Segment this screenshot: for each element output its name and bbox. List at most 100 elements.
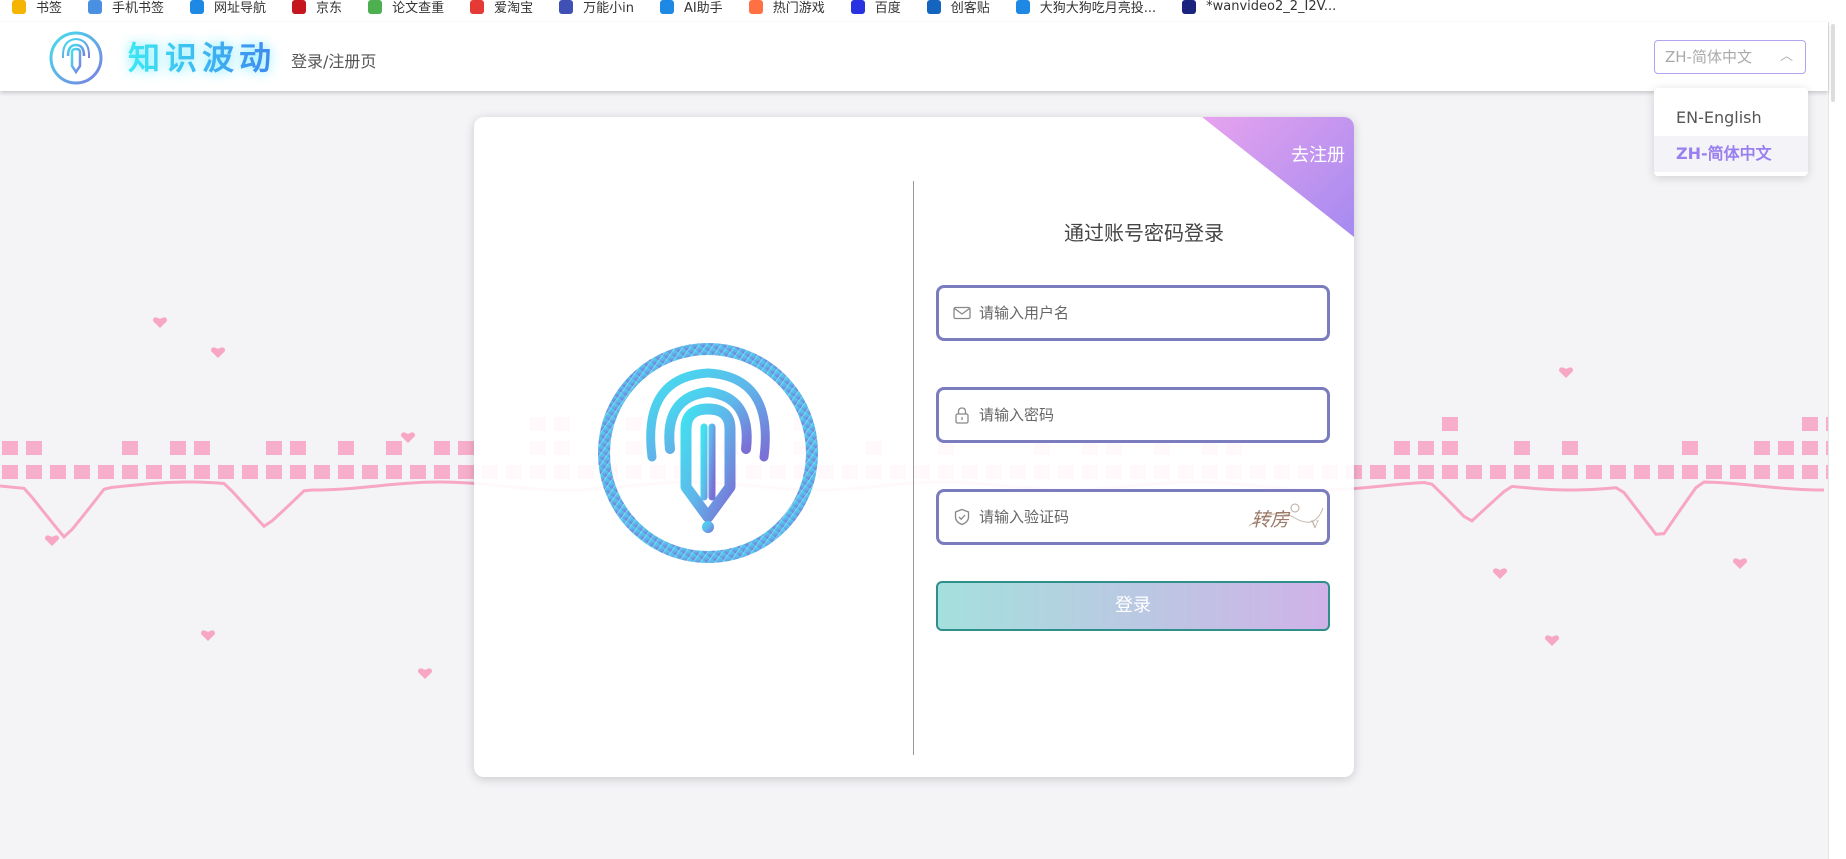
visualizer-bar [1394,465,1410,479]
lock-icon [955,407,969,424]
bookmark-label: 万能小in [583,1,634,16]
visualizer-bar [50,465,66,479]
visualizer-bar [1682,441,1698,455]
visualizer-bar [266,441,282,455]
bookmark-label: 手机书签 [112,1,165,16]
visualizer-bar [434,465,450,479]
visualizer-bar [1562,441,1578,455]
scrollbar-thumb[interactable] [1831,24,1835,102]
language-dropdown: EN-English ZH-简体中文 [1654,88,1808,176]
visualizer-bar [1514,465,1530,479]
visualizer-bar [1730,465,1746,479]
password-field[interactable] [936,387,1330,443]
language-option-en[interactable]: EN-English [1654,100,1808,136]
visualizer-bar [1514,441,1530,455]
visualizer-bar [1562,465,1578,479]
visualizer-bar [2,441,18,455]
username-input[interactable] [979,288,1239,338]
bookmark-item[interactable]: 书签 [12,0,62,18]
visualizer-bar [1418,441,1434,455]
bookmark-label: 爱淘宝 [494,1,534,16]
game-icon [748,0,763,14]
captcha-image[interactable]: 转房 v [1245,496,1325,538]
visualizer-heart [418,668,432,679]
visualizer-bar [1442,417,1458,431]
visualizer-bar [1706,465,1722,479]
login-card: 去注册 通过账号密码登录 请输入用户名 请输入验证码 转房 v 登录 [474,117,1354,777]
bookmarks-bar: 书签 手机书签 网址导航 京东 论文查重 爱淘宝 万能小in AI助手 热门游戏 百度 创客贴 大狗大… [0,0,1846,22]
visualizer-bar [218,465,234,479]
login-button[interactable]: 登录 [936,581,1330,631]
bookmark-item[interactable]: *wanvideo2_2_I2V... [1182,0,1336,18]
visualizer-heart [1733,558,1747,569]
visualizer-bar [434,441,450,455]
bookmark-item[interactable]: 京东 [292,0,342,18]
visualizer-bar [1586,465,1602,479]
bookmark-label: 百度 [874,1,901,16]
bookmark-item[interactable]: 论文查重 [368,0,444,18]
visualizer-bar [338,441,354,455]
visualizer-bar [1610,465,1626,479]
visualizer-bar [242,465,258,479]
visualizer-bar [1370,465,1386,479]
bookmark-label: 大狗大狗吃月亮投... [1039,1,1157,16]
vertical-divider [913,181,914,755]
top-header: 知识波动 登录/注册页 ZH-简体中文 ︿ [0,22,1828,91]
bookmark-item[interactable]: 热门游戏 [748,0,825,18]
visualizer-bar [410,465,426,479]
svg-text:v: v [1310,516,1319,532]
visualizer-bar [338,465,354,479]
brand-logo-icon[interactable] [48,30,104,86]
visualizer-bar [74,465,90,479]
visualizer-bar [314,465,330,479]
visualizer-bar [290,465,306,479]
captcha-field[interactable]: 转房 v [936,489,1330,545]
visualizer-heart [1493,568,1507,579]
visualizer-bar [26,441,42,455]
visualizer-heart [1545,635,1559,646]
visualizer-heart [211,347,225,358]
username-field[interactable] [936,285,1330,341]
bookmark-label: 网址导航 [214,1,267,16]
visualizer-bar [386,441,402,455]
visualizer-bar [1778,441,1794,455]
language-selected-value: ZH-简体中文 [1665,48,1752,66]
baidu-icon [850,0,865,14]
bookmark-label: 创客贴 [950,1,990,16]
register-link[interactable]: 去注册 [1291,141,1345,167]
bookmark-item[interactable]: 百度 [850,0,901,18]
bookmark-label: 京东 [316,1,343,16]
visualizer-bar [1682,465,1698,479]
star-icon [12,0,26,14]
visualizer-bar [1634,465,1650,479]
tv-icon [1015,0,1030,14]
visualizer-bar [458,441,474,455]
visualizer-bar [290,441,306,455]
language-select[interactable]: ZH-简体中文 ︿ [1654,40,1806,74]
visualizer-bar [1658,465,1674,479]
bookmark-item[interactable]: 爱淘宝 [470,0,533,18]
fingerprint-logo-icon [598,343,818,563]
visualizer-bar [386,465,402,479]
bookmark-item[interactable]: 网址导航 [190,0,266,18]
visualizer-bar [26,465,42,479]
bookmark-item[interactable]: 手机书签 [88,0,164,18]
visualizer-bar [194,441,210,455]
bookmark-item[interactable]: 万能小in [559,0,634,18]
password-input[interactable] [979,390,1239,440]
visualizer-bar [1802,417,1818,431]
bookmark-item[interactable]: AI助手 [659,0,723,18]
visualizer-bar [1418,465,1434,479]
visualizer-bar [146,465,162,479]
bookmark-label: 论文查重 [392,1,445,16]
bookmark-label: AI助手 [683,1,723,16]
captcha-input[interactable] [979,492,1239,542]
language-option-zh[interactable]: ZH-简体中文 [1654,136,1808,172]
bookmark-item[interactable]: 创客贴 [926,0,990,18]
bookmark-item[interactable]: 大狗大狗吃月亮投... [1015,0,1157,18]
visualizer-bar [1466,465,1482,479]
visualizer-heart [153,317,167,328]
visualizer-bar [1778,465,1794,479]
visualizer-bar [1802,465,1818,479]
visualizer-heart [201,630,215,641]
